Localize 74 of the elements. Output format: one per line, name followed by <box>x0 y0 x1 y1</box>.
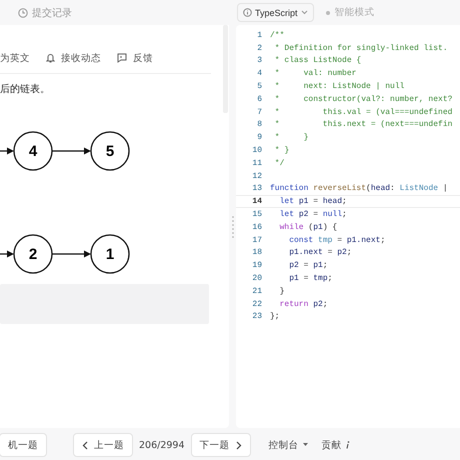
arrow <box>0 250 14 258</box>
code-line: * next: ListNode | null <box>274 82 404 92</box>
random-button[interactable]: 机一题 <box>0 433 47 457</box>
code-line: * constructor(val?: number, next? <box>274 94 452 104</box>
problem-counter: 206/2994 <box>139 440 185 450</box>
contribute-button[interactable]: 贡献 <box>322 438 350 452</box>
code-line: p1 = tmp; <box>288 274 332 284</box>
info-icon <box>243 8 252 17</box>
chevron-down-icon <box>300 10 308 15</box>
line-number: 2 <box>256 44 262 53</box>
code-line: } <box>278 286 284 296</box>
code-line: return p2; <box>278 300 328 309</box>
line-number: 12 <box>251 172 262 181</box>
language-select[interactable]: TypeScript <box>237 3 314 22</box>
line-number: 22 <box>251 300 262 309</box>
code-line: p2 = p1; <box>288 261 328 270</box>
next-button[interactable]: 下一题 <box>190 433 251 457</box>
line-number: 21 <box>251 286 262 296</box>
line-number: 11 <box>251 158 262 168</box>
info-icon <box>346 441 350 449</box>
code-line: * this.val = (val===undefined <box>274 108 452 117</box>
list-node: 1 <box>90 234 130 274</box>
console-button[interactable]: 控制台 <box>268 438 308 452</box>
code-line: let p1 = head; <box>278 197 347 206</box>
line-number: 23 <box>251 312 262 322</box>
bell-icon <box>46 53 55 63</box>
code-line: const tmp = p1.next; <box>288 236 386 245</box>
code-line: function reverseList(head: ListNode | <box>270 184 448 194</box>
toolbar-item[interactable]: 为英文 <box>0 52 30 64</box>
line-number: 14 <box>251 197 262 206</box>
line-number: 7 <box>256 108 262 117</box>
code-line: }; <box>270 312 280 322</box>
line-number: 20 <box>251 274 262 284</box>
line-number: 13 <box>251 184 262 194</box>
code-line: p1.next = p2; <box>288 248 352 258</box>
line-number: 10 <box>251 146 262 156</box>
line-number: 5 <box>256 82 262 92</box>
code-line: */ <box>274 158 284 168</box>
clock-icon <box>18 8 28 18</box>
line-number: 3 <box>256 56 262 66</box>
code-line: while (p1) { <box>278 222 338 232</box>
line-number: 8 <box>256 120 262 130</box>
line-number: 9 <box>256 133 262 142</box>
line-number: 6 <box>256 94 262 104</box>
list-node: 5 <box>90 131 130 171</box>
chevron-right-icon <box>236 440 242 450</box>
code-line: /** <box>270 30 284 40</box>
line-number: 15 <box>251 210 262 220</box>
line-number: 16 <box>251 222 262 232</box>
description-text: 后的链表。 <box>0 82 51 96</box>
line-number: 18 <box>251 248 262 258</box>
code-line: * Definition for singly-linked list. <box>274 44 448 53</box>
code-line: * } <box>274 133 308 142</box>
feedback-icon <box>117 53 127 63</box>
arrow <box>52 148 91 154</box>
list-node: 4 <box>13 131 53 171</box>
code-line: * } <box>274 146 290 156</box>
code-line: * val: number <box>274 69 356 78</box>
previous-button[interactable]: 上一题 <box>73 433 133 457</box>
toolbar-item[interactable]: 接收动态 <box>46 52 101 64</box>
arrow <box>52 250 91 258</box>
arrow <box>0 148 14 154</box>
list-node: 2 <box>13 234 53 274</box>
drag-handle-icon[interactable] <box>232 214 234 238</box>
code-line: * class ListNode { <box>274 56 362 66</box>
line-number: 4 <box>256 69 262 78</box>
code-line: let p2 = null; <box>278 210 347 220</box>
line-number: 1 <box>256 30 262 40</box>
line-number: 17 <box>251 236 262 245</box>
line-number: 19 <box>251 261 262 270</box>
code-line: * this.next = (next===undefin <box>274 120 452 130</box>
chevron-left-icon <box>82 440 88 450</box>
toolbar-item[interactable]: 反馈 <box>117 52 153 64</box>
caret-down-icon <box>302 443 308 447</box>
